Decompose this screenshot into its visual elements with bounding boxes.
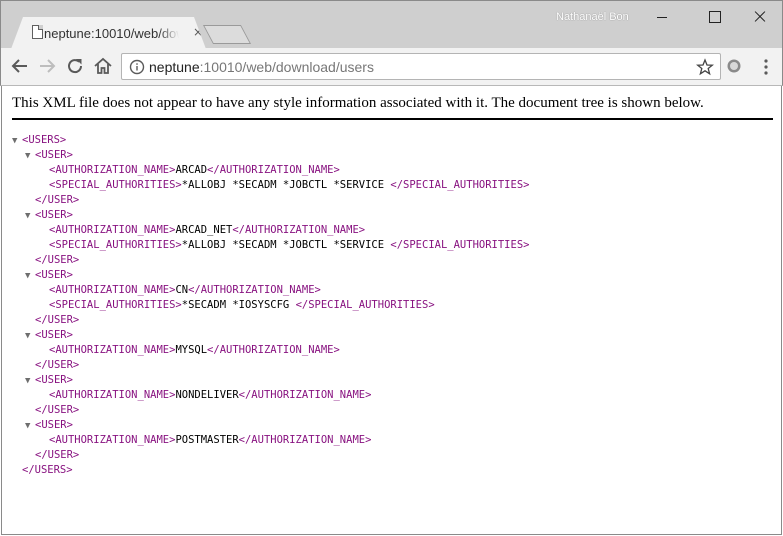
close-tab-icon[interactable]: × — [191, 25, 205, 39]
back-arrow-icon — [11, 59, 27, 73]
collapse-arrow-icon[interactable]: ▼ — [25, 419, 35, 434]
page-content: This XML file does not appear to have an… — [1, 86, 782, 535]
xml-authorization-name: <AUTHORIZATION_NAME>CN</AUTHORIZATION_NA… — [49, 284, 321, 296]
xml-authorization-name: <AUTHORIZATION_NAME>ARCAD</AUTHORIZATION… — [49, 164, 340, 176]
browser-toolbar: neptune:10010/web/download/users — [0, 48, 783, 86]
minimize-button[interactable] — [639, 3, 685, 29]
info-icon[interactable] — [129, 59, 145, 75]
home-icon — [94, 57, 112, 74]
xml-user-open: ▼ <USER> — [12, 418, 772, 433]
xml-user-close: </USER> — [35, 194, 80, 206]
maximize-button[interactable] — [691, 3, 737, 29]
collapse-arrow-icon[interactable]: ▼ — [25, 329, 35, 344]
xml-user-open: ▼ <USER> — [12, 148, 772, 163]
document-icon — [32, 25, 43, 39]
xml-user-open: ▼ <USER> — [12, 208, 772, 223]
reload-button[interactable] — [63, 54, 87, 78]
xml-user-open: ▼ <USER> — [12, 373, 772, 388]
xml-user-close: </USER> — [35, 449, 80, 461]
collapse-arrow-icon[interactable]: ▼ — [12, 134, 22, 149]
url-path: :10010/web/download/users — [199, 59, 374, 75]
tab-title: neptune:10010/web/dow — [44, 26, 179, 42]
back-button[interactable] — [8, 54, 32, 78]
url-host: neptune — [149, 59, 200, 75]
forward-button[interactable] — [35, 54, 59, 78]
xml-authorization-name: <AUTHORIZATION_NAME>POSTMASTER</AUTHORIZ… — [49, 434, 372, 446]
xml-user-close: </USER> — [35, 359, 80, 371]
xml-style-notice: This XML file does not appear to have an… — [12, 95, 773, 120]
menu-icon[interactable] — [759, 58, 773, 76]
browser-tab[interactable]: neptune:10010/web/dow × — [11, 17, 206, 49]
collapse-arrow-icon[interactable]: ▼ — [25, 374, 35, 389]
xml-user-close: </USER> — [35, 404, 80, 416]
collapse-arrow-icon[interactable]: ▼ — [25, 149, 35, 164]
bookmark-star-icon[interactable] — [696, 58, 714, 76]
extension-icon[interactable] — [726, 58, 742, 74]
reload-icon — [68, 59, 83, 74]
xml-root-close: </USERS> — [22, 464, 73, 476]
xml-root-open: ▼ <USERS> — [12, 133, 772, 148]
xml-user-open: ▼ <USER> — [12, 268, 772, 283]
xml-special-authorities: <SPECIAL_AUTHORITIES>*SECADM *IOSYSCFG <… — [49, 299, 435, 311]
collapse-arrow-icon[interactable]: ▼ — [25, 209, 35, 224]
close-window-button[interactable] — [737, 3, 783, 29]
xml-authorization-name: <AUTHORIZATION_NAME>ARCAD_NET</AUTHORIZA… — [49, 224, 366, 236]
new-tab-button[interactable] — [202, 25, 252, 44]
xml-tree: ▼ <USERS> ▼ <USER> <AUTHORIZATION_NAME>ARC… — [12, 133, 772, 478]
xml-special-authorities: <SPECIAL_AUTHORITIES>*ALLOBJ *SECADM *JO… — [49, 239, 530, 251]
xml-authorization-name: <AUTHORIZATION_NAME>NONDELIVER</AUTHORIZ… — [49, 389, 372, 401]
xml-user-close: </USER> — [35, 254, 80, 266]
address-bar[interactable]: neptune:10010/web/download/users — [121, 53, 721, 80]
home-button[interactable] — [91, 54, 115, 78]
profile-name[interactable]: Nathanaël Bon — [556, 11, 629, 23]
collapse-arrow-icon[interactable]: ▼ — [25, 269, 35, 284]
xml-user-open: ▼ <USER> — [12, 328, 772, 343]
xml-user-close: </USER> — [35, 314, 80, 326]
url-text[interactable]: neptune:10010/web/download/users — [149, 59, 374, 75]
title-bar: neptune:10010/web/dow × Nathanaël Bon — [0, 0, 783, 49]
forward-arrow-icon — [40, 59, 56, 73]
xml-authorization-name: <AUTHORIZATION_NAME>MYSQL</AUTHORIZATION… — [49, 344, 340, 356]
xml-special-authorities: <SPECIAL_AUTHORITIES>*ALLOBJ *SECADM *JO… — [49, 179, 530, 191]
